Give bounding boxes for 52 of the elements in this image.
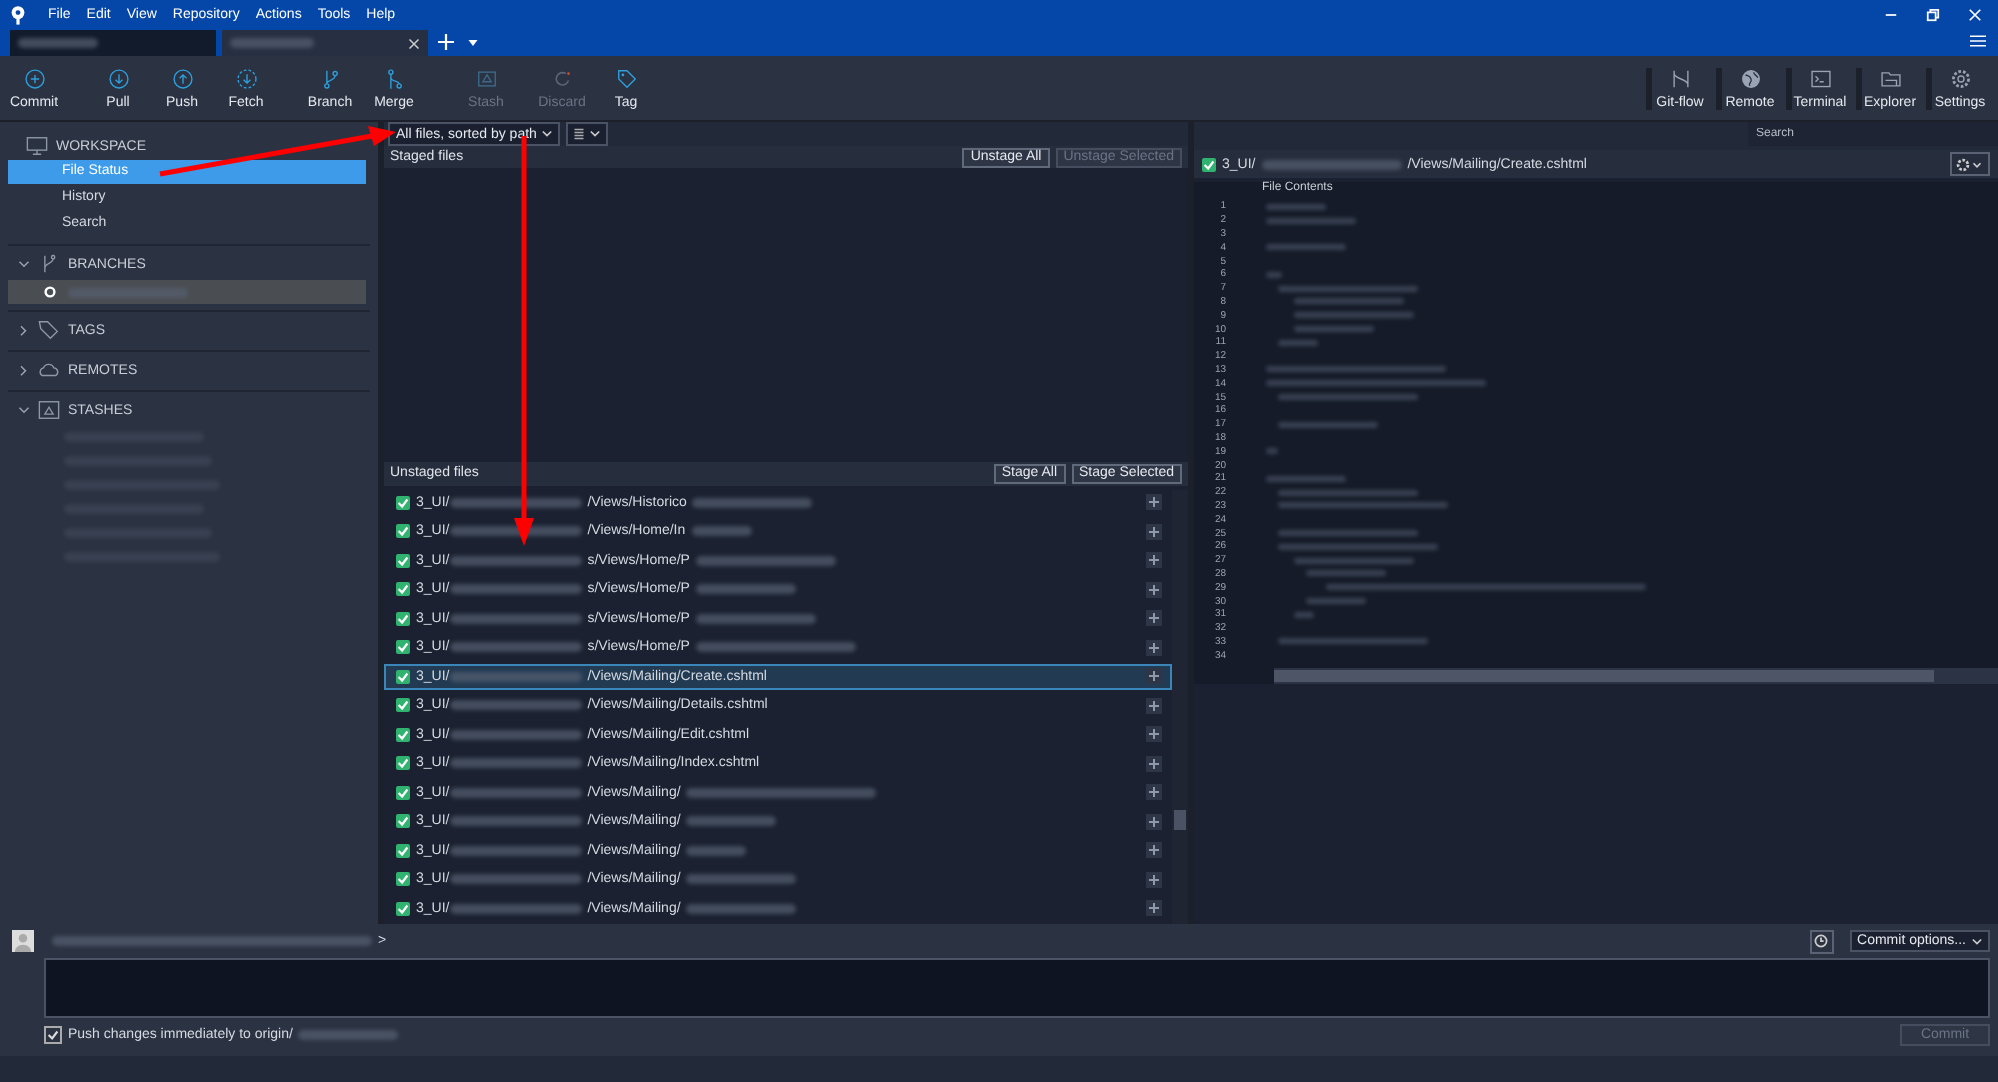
scrollbar[interactable] (1274, 668, 1998, 685)
stage-icon[interactable] (1146, 784, 1162, 801)
chevron-down-icon (1972, 937, 1982, 945)
add-tab-icon[interactable] (438, 34, 454, 50)
stage-icon[interactable] (1146, 871, 1162, 888)
stage-icon[interactable] (1146, 900, 1162, 917)
view-mode-dropdown[interactable] (566, 122, 609, 146)
terminal-icon (1809, 67, 1831, 89)
tag-icon (615, 67, 637, 89)
stage-icon[interactable] (1146, 813, 1162, 830)
stage-icon[interactable] (1146, 755, 1162, 772)
stage-icon[interactable] (1146, 842, 1162, 859)
tag-icon (38, 320, 60, 340)
stage-icon[interactable] (1146, 697, 1162, 714)
list-icon (574, 128, 585, 140)
stage-icon[interactable] (1146, 581, 1162, 598)
folder-icon (1879, 67, 1901, 89)
circle-arrow-icon (107, 67, 129, 89)
settings-icon (1949, 67, 1971, 89)
chevron-down-icon[interactable] (18, 258, 30, 270)
chevron-right-icon[interactable] (18, 364, 30, 376)
stage-icon[interactable] (1146, 494, 1162, 511)
dropdown-icon[interactable] (468, 40, 478, 46)
restore-icon[interactable] (1926, 7, 1940, 21)
chevron-down-icon (590, 130, 601, 138)
stash-icon (38, 400, 60, 420)
chevron-down-icon[interactable] (18, 404, 30, 416)
circle-arrow-icon (235, 67, 257, 89)
undo-icon (551, 67, 573, 89)
cloud-icon (38, 360, 60, 380)
monitor-icon (26, 136, 48, 156)
circle-arrow-icon (23, 67, 45, 89)
stage-icon[interactable] (1146, 668, 1162, 685)
globe-icon (1739, 67, 1761, 89)
current-branch-icon (44, 286, 56, 298)
avatar-icon (12, 930, 34, 952)
stage-icon[interactable] (1146, 639, 1162, 656)
menu-icon[interactable] (1970, 34, 1986, 48)
close-icon[interactable] (408, 37, 420, 49)
chevron-right-icon[interactable] (18, 324, 30, 336)
commit-message-field[interactable] (44, 958, 1990, 1018)
scrollbar[interactable] (1172, 489, 1188, 924)
chevron-down-icon (542, 130, 553, 138)
stage-icon[interactable] (1146, 552, 1162, 569)
history-button[interactable] (1809, 929, 1834, 953)
circle-arrow-icon (171, 67, 193, 89)
stash-icon (475, 67, 497, 89)
checkbox[interactable] (44, 1025, 62, 1043)
stage-icon[interactable] (1146, 523, 1162, 540)
stage-icon[interactable] (1146, 610, 1162, 627)
options-dropdown[interactable] (1950, 152, 1990, 176)
stage-icon[interactable] (1146, 726, 1162, 743)
